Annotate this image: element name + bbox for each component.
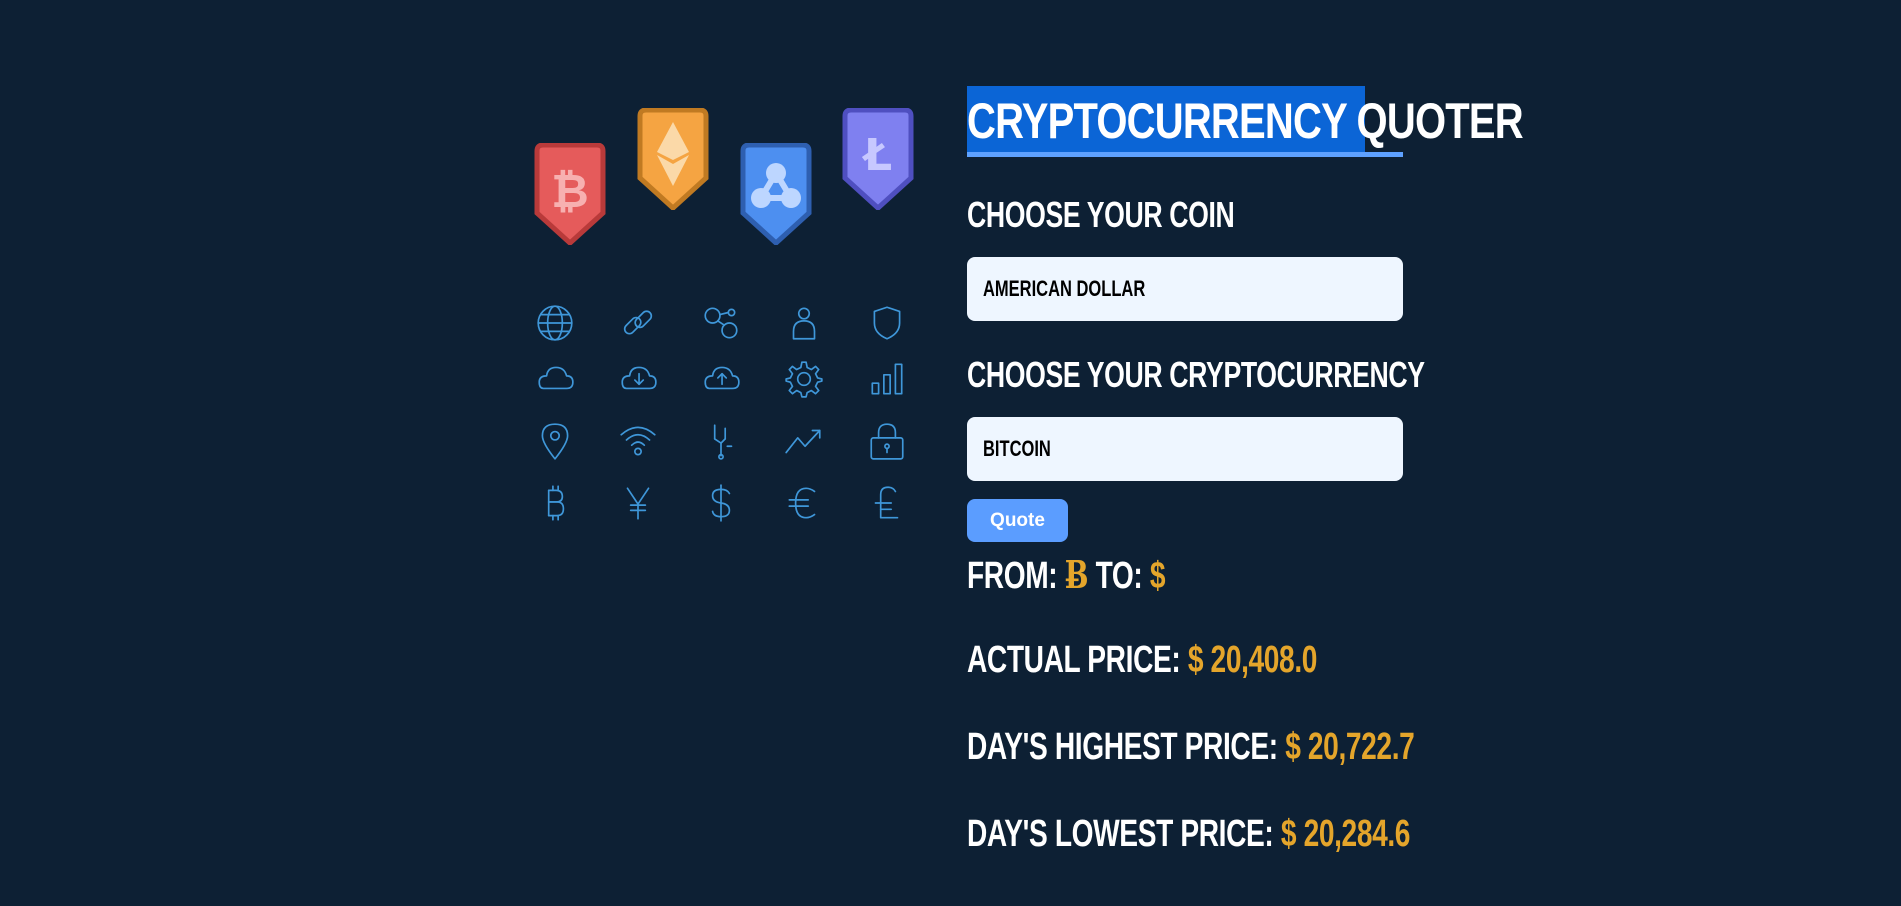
lock-icon: [857, 413, 917, 469]
circuit-icon: [691, 413, 751, 469]
page-title: CRYPTOCURRENCY QUOTER: [967, 86, 1524, 158]
crypto-select[interactable]: BITCOIN: [967, 417, 1403, 481]
wifi-icon: [608, 413, 668, 469]
globe-icon: [525, 295, 585, 351]
conversion-summary: FROM: Ƀ TO: $: [967, 552, 1165, 598]
highest-price-label: DAY'S HIGHEST PRICE:: [967, 726, 1278, 768]
lowest-price-label: DAY'S LOWEST PRICE:: [967, 813, 1274, 855]
highest-price-row: DAY'S HIGHEST PRICE: $ 20,722.7: [967, 726, 1415, 769]
svg-text:₿: ₿: [551, 164, 589, 218]
lowest-price-value: $ 20,284.6: [1280, 813, 1411, 855]
page-title-text: CRYPTOCURRENCY QUOTER: [967, 93, 1524, 149]
coin-select[interactable]: AMERICAN DOLLAR: [967, 257, 1403, 321]
gear-icon: [774, 351, 834, 407]
ethereum-badge-icon: [637, 108, 709, 210]
coin-select-value: AMERICAN DOLLAR: [983, 276, 1146, 301]
ripple-badge-icon: [740, 143, 812, 245]
from-symbol: Ƀ: [1064, 552, 1089, 597]
crypto-label: CHOOSE YOUR CRYPTOCURRENCY: [967, 354, 1425, 395]
crypto-badges-illustration: ₿ Ł: [525, 100, 925, 260]
coin-label: CHOOSE YOUR COIN: [967, 194, 1235, 235]
dollar-icon: [691, 475, 751, 531]
bitcoin-badge-icon: ₿: [534, 143, 606, 245]
cloud-upload-icon: [691, 351, 751, 407]
euro-icon: [774, 475, 834, 531]
to-label: TO:: [1095, 555, 1143, 597]
app-root: ₿ Ł CRYPTOCURRENCY QUOTER CHOOSE YOUR CO…: [0, 0, 1901, 906]
quoter-form: CRYPTOCURRENCY QUOTER CHOOSE YOUR COIN A…: [967, 86, 1524, 855]
location-pin-icon: [525, 413, 585, 469]
pound-icon: [857, 475, 917, 531]
title-underline: [967, 152, 1403, 157]
lowest-price-row: DAY'S LOWEST PRICE: $ 20,284.6: [967, 813, 1410, 856]
icon-grid: [525, 295, 925, 545]
actual-price-row: ACTUAL PRICE: $ 20,408.0: [967, 639, 1317, 682]
from-label: FROM:: [967, 555, 1058, 597]
to-symbol: $: [1149, 555, 1166, 597]
cloud-icon: [525, 351, 585, 407]
bitcoin-icon: [525, 475, 585, 531]
yen-icon: [608, 475, 668, 531]
crypto-select-value: BITCOIN: [983, 436, 1051, 461]
litecoin-badge-icon: Ł: [842, 108, 914, 210]
user-icon: [774, 295, 834, 351]
cloud-download-icon: [608, 351, 668, 407]
actual-price-value: $ 20,408.0: [1187, 639, 1318, 681]
highest-price-value: $ 20,722.7: [1285, 726, 1415, 768]
svg-text:Ł: Ł: [862, 130, 892, 181]
link-icon: [608, 295, 668, 351]
actual-price-label: ACTUAL PRICE:: [967, 639, 1181, 681]
trend-up-icon: [774, 413, 834, 469]
shield-icon: [857, 295, 917, 351]
quote-button[interactable]: Quote: [967, 499, 1068, 542]
network-icon: [691, 295, 751, 351]
bar-chart-icon: [857, 351, 917, 407]
